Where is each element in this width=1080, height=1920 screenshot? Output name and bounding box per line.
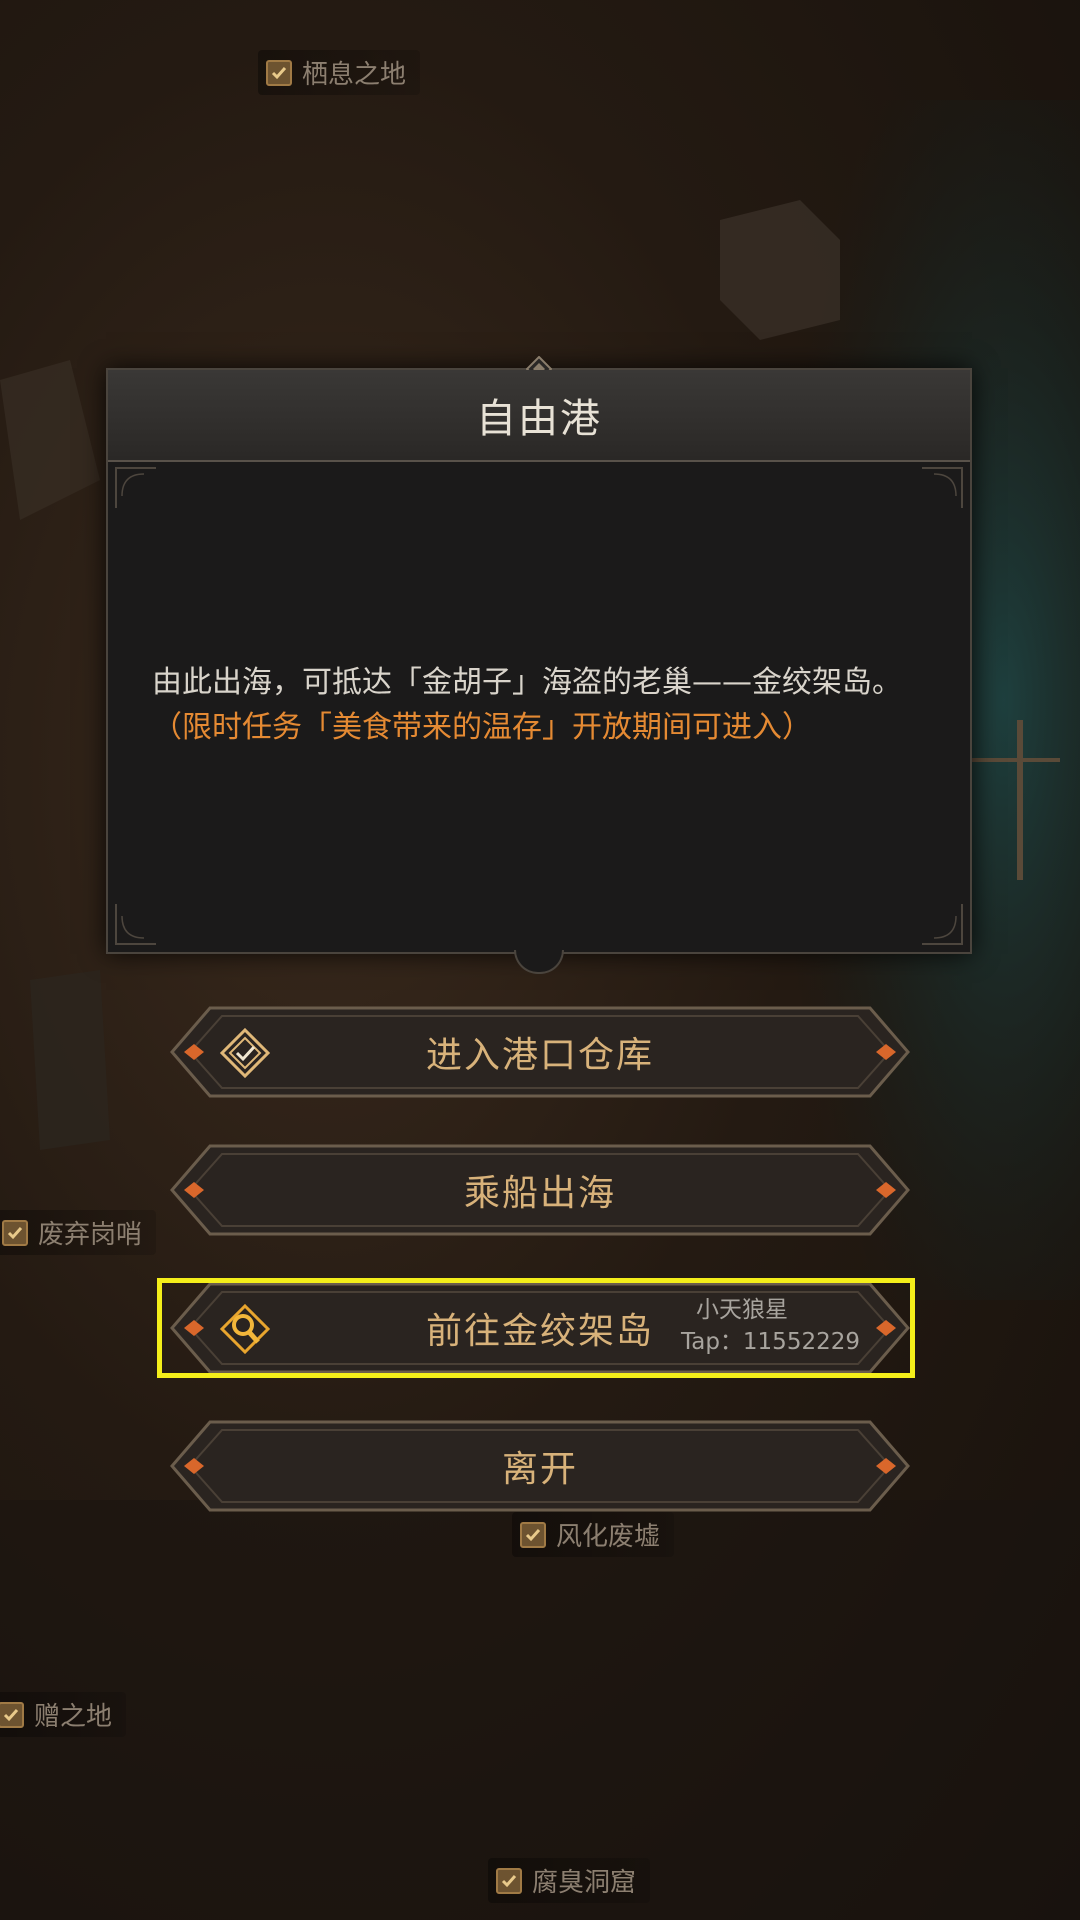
map-label-text: 风化废墟	[556, 1522, 661, 1552]
dialog-note: （限时任务「美食带来的温存」开放期间可进入）	[152, 705, 926, 751]
diamond-check-icon	[220, 1028, 270, 1078]
leave-button[interactable]: 离开	[170, 1420, 910, 1512]
map-label-text: 废弃岗哨	[38, 1220, 143, 1250]
map-label-abandoned-post[interactable]: 废弃岗哨	[0, 1210, 157, 1255]
note-close-paren: ）	[782, 710, 812, 745]
map-label-text: 赠之地	[34, 1702, 113, 1732]
dialog-header: 自由港	[108, 370, 970, 462]
corner-ornament-icon	[922, 467, 963, 508]
map-label-resting-place[interactable]: 栖息之地	[258, 50, 421, 95]
dialog-body: 由此出海，可抵达「金胡子」海盗的老巢——金绞架岛。 （限时任务「美食带来的温存」…	[152, 460, 926, 952]
corner-ornament-icon	[922, 904, 963, 945]
check-icon	[0, 1701, 24, 1728]
check-icon	[2, 1219, 28, 1246]
highlight-box	[157, 1278, 915, 1378]
map-label-text: 栖息之地	[302, 60, 407, 90]
button-label: 离开	[501, 1449, 578, 1490]
check-icon	[496, 1867, 522, 1894]
note-open-paren: （	[152, 710, 182, 745]
check-icon	[520, 1521, 546, 1548]
check-icon	[266, 59, 292, 86]
button-label: 乘船出海	[463, 1173, 616, 1214]
dialog-description: 由此出海，可抵达「金胡子」海盗的老巢——金绞架岛。	[152, 665, 902, 700]
map-label-weathered-ruins[interactable]: 风化废墟	[512, 1512, 675, 1557]
enter-warehouse-button[interactable]: 进入港口仓库	[170, 1006, 910, 1098]
map-label-gift-land[interactable]: 赠之地	[0, 1692, 127, 1737]
dialog-title: 自由港	[476, 396, 602, 442]
location-dialog: 自由港 由此出海，可抵达「金胡子」海盗的老巢——金绞架岛。 （限时任务「美食带来…	[106, 356, 972, 974]
map-label-text: 腐臭洞窟	[532, 1868, 637, 1898]
map-label-stench-cave[interactable]: 腐臭洞窟	[488, 1858, 651, 1903]
button-label: 进入港口仓库	[425, 1035, 654, 1076]
note-highlight-text: 限时任务「美食带来的温存」开放期间可进入	[182, 710, 782, 745]
set-sail-button[interactable]: 乘船出海	[170, 1144, 910, 1236]
